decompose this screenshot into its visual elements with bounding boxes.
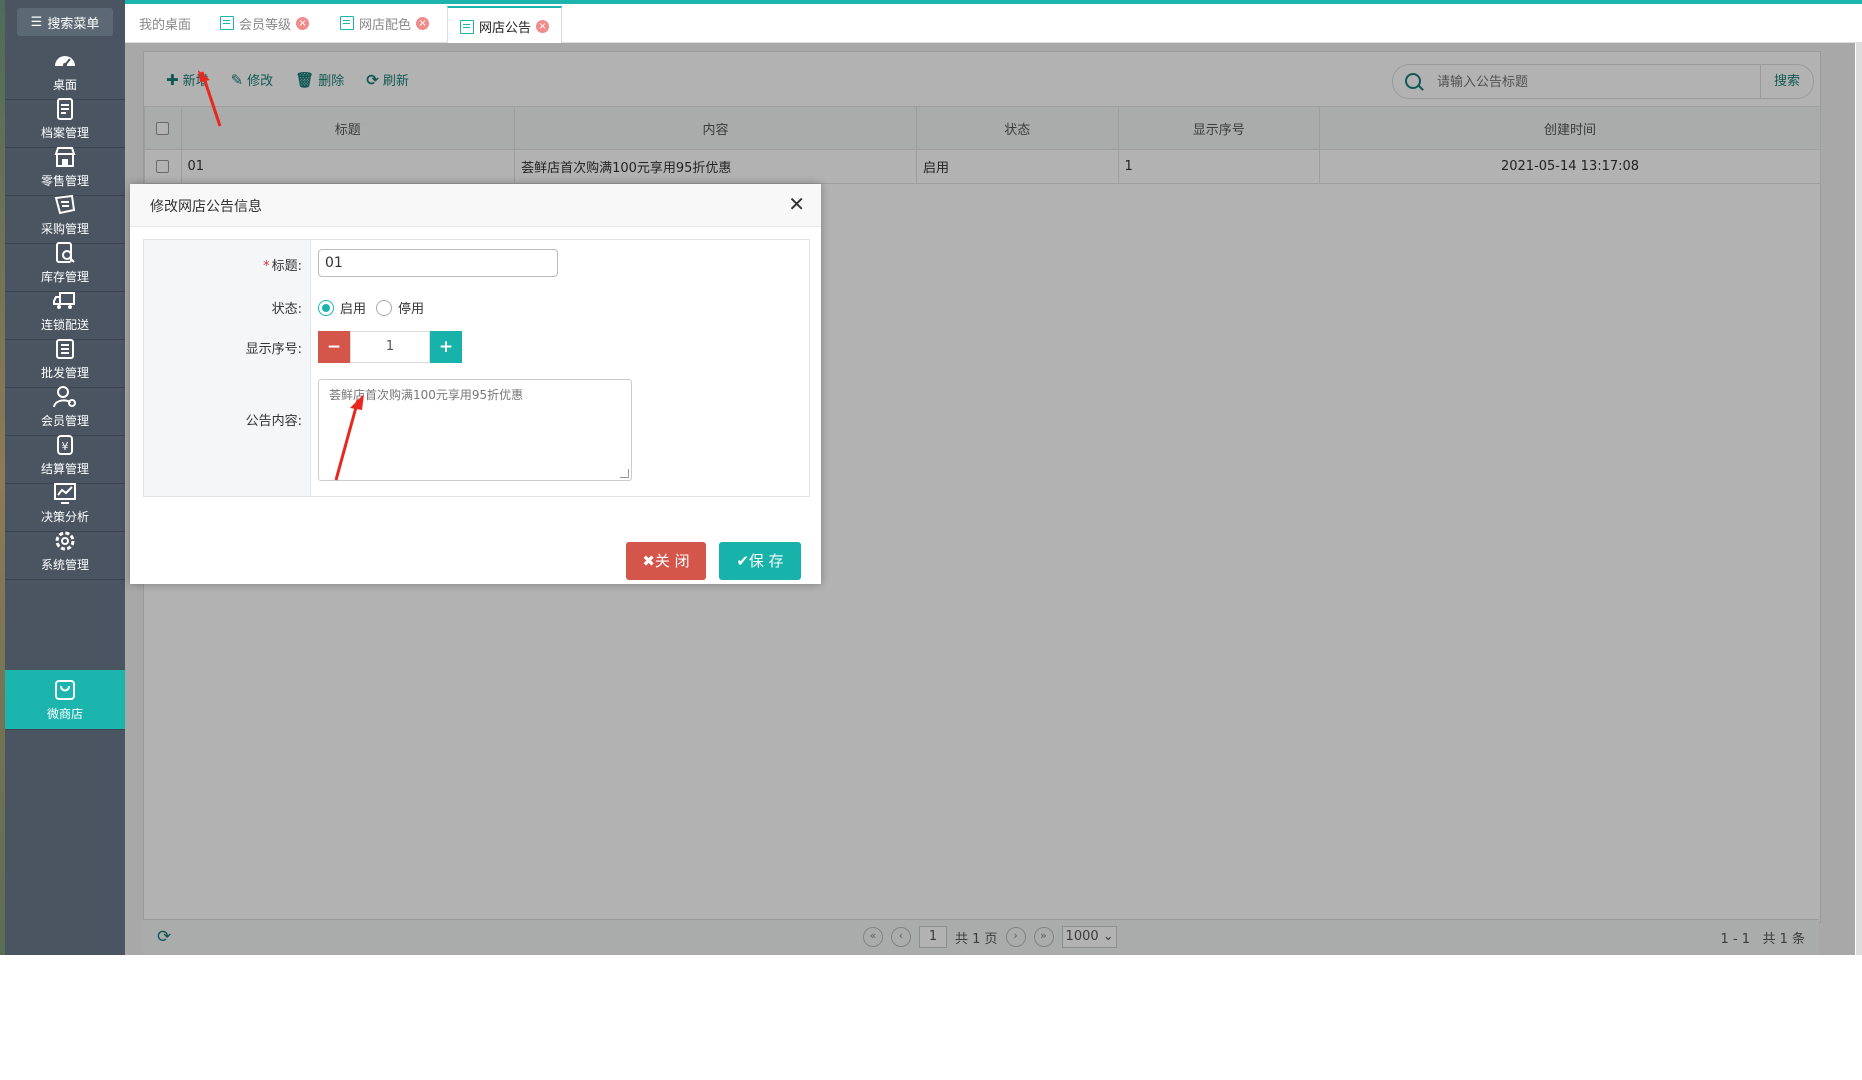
annotation-arrow-content bbox=[334, 394, 364, 481]
vertical-scrollbar[interactable] bbox=[1856, 43, 1862, 955]
radio-checked-icon bbox=[318, 299, 334, 316]
analytics-icon bbox=[54, 483, 76, 504]
document-icon bbox=[460, 19, 474, 34]
increment-button[interactable]: + bbox=[430, 331, 462, 363]
status-disabled-radio[interactable]: 停用 bbox=[376, 298, 424, 317]
dashboard-icon bbox=[55, 56, 75, 67]
menu-search-icon: ☰ bbox=[30, 14, 43, 30]
close-button[interactable]: ✖关 闭 bbox=[626, 542, 706, 580]
title-input[interactable]: 01 bbox=[318, 249, 558, 277]
tab-member-level[interactable]: 会员等级 × bbox=[208, 4, 321, 42]
delivery-truck-icon bbox=[53, 292, 75, 309]
order-field-label: 显示序号: bbox=[245, 342, 302, 357]
document-icon bbox=[340, 16, 354, 30]
dialog-header: 修改网店公告信息 ✕ bbox=[130, 184, 821, 227]
close-tab-icon[interactable]: × bbox=[536, 20, 550, 33]
member-icon bbox=[53, 386, 76, 408]
title-field-label: * 标题: bbox=[150, 255, 310, 274]
status-enabled-radio[interactable]: 启用 bbox=[318, 298, 366, 317]
title-label-text: 标题: bbox=[271, 259, 302, 274]
sidebar-item-micro-store[interactable]: 微商店 bbox=[5, 670, 125, 730]
svg-text:¥: ¥ bbox=[62, 440, 69, 453]
tab-store-notice[interactable]: 网店公告 × bbox=[447, 6, 563, 45]
shopping-bag-icon bbox=[55, 680, 75, 700]
sidebar-item-label: 微商店 bbox=[46, 707, 83, 721]
gear-icon bbox=[55, 531, 75, 551]
required-mark: * bbox=[263, 259, 270, 274]
annotation-arrow-add bbox=[198, 70, 222, 127]
close-tab-icon[interactable]: × bbox=[296, 16, 310, 30]
search-menu-label: 搜索菜单 bbox=[47, 16, 100, 32]
store-icon bbox=[54, 147, 76, 167]
tab-label: 网店公告 bbox=[479, 21, 532, 36]
order-input[interactable]: 1 bbox=[350, 331, 430, 363]
tab-store-color[interactable]: 网店配色 × bbox=[328, 4, 441, 42]
dialog-title: 修改网店公告信息 bbox=[150, 199, 262, 215]
inventory-icon bbox=[56, 242, 75, 263]
resize-handle-icon[interactable] bbox=[620, 469, 629, 478]
save-button[interactable]: ✔保 存 bbox=[719, 542, 801, 580]
edit-notice-dialog: 修改网店公告信息 ✕ * 标题: 状态: 显示序号: 公告内容: 01 启用 停用… bbox=[130, 184, 821, 584]
tab-label: 网店配色 bbox=[359, 17, 412, 33]
sidebar-item-label: 系统管理 bbox=[40, 558, 89, 572]
document-icon bbox=[220, 16, 234, 30]
status-field-label: 状态: bbox=[271, 302, 302, 317]
sidebar: ☰ 搜索菜单 桌面 档案管理 零售管理 采购管理 库存管理 连锁配送 批发管理 … bbox=[0, 0, 127, 955]
status-enabled-label: 启用 bbox=[340, 302, 367, 317]
tab-label: 我的桌面 bbox=[139, 17, 192, 33]
purchase-icon bbox=[54, 194, 76, 215]
decrement-button[interactable]: − bbox=[318, 331, 350, 363]
form-label-column: * 标题: 状态: 显示序号: 公告内容: bbox=[144, 240, 311, 496]
content-field-label: 公告内容: bbox=[245, 414, 302, 429]
wholesale-icon bbox=[56, 339, 74, 359]
sidebar-item-system[interactable]: 系统管理 bbox=[5, 522, 125, 580]
order-stepper: − 1 + bbox=[318, 331, 462, 363]
settlement-icon: ¥ bbox=[57, 435, 73, 455]
notice-form: * 标题: 状态: 显示序号: 公告内容: 01 启用 停用 − 1 + 荟鲜店首… bbox=[143, 239, 810, 497]
tab-bar: 我的桌面 会员等级 × 网店配色 × 网店公告 × bbox=[125, 4, 1862, 45]
close-tab-icon[interactable]: × bbox=[416, 16, 430, 30]
status-disabled-label: 停用 bbox=[398, 302, 425, 317]
tab-my-desktop[interactable]: 我的桌面 bbox=[127, 4, 203, 42]
archive-icon bbox=[57, 98, 73, 120]
close-icon[interactable]: ✕ bbox=[788, 192, 805, 216]
search-menu-button[interactable]: ☰ 搜索菜单 bbox=[17, 8, 113, 36]
radio-unchecked-icon bbox=[376, 299, 392, 316]
tab-label: 会员等级 bbox=[239, 17, 292, 33]
